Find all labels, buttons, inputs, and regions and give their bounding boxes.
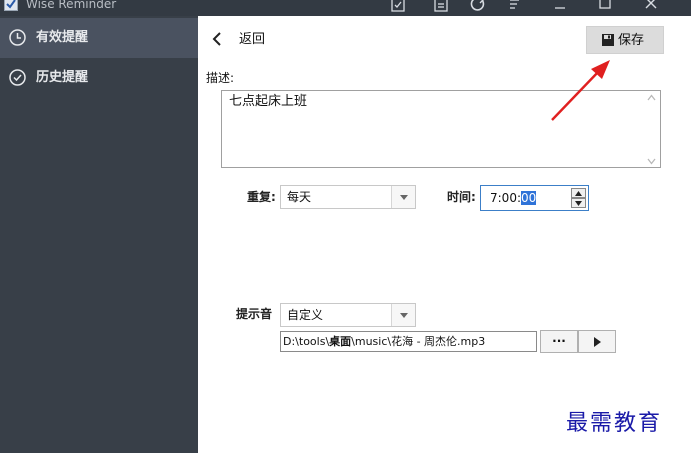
- sidebar: 有效提醒 历史提醒: [0, 16, 198, 453]
- sort-icon[interactable]: [507, 0, 523, 13]
- time-label: 时间:: [447, 190, 476, 204]
- sound-mode-value: 自定义: [287, 308, 324, 322]
- app-logo-icon: [4, 0, 18, 11]
- reminder-editor: 返回 保存 描述: 七点起床上班 重复: 每天 时间: 7:00:00 提示音: [198, 16, 691, 453]
- title-bar: Wise Reminder: [0, 0, 691, 16]
- refresh-icon[interactable]: [470, 0, 486, 13]
- time-stepper[interactable]: [571, 188, 586, 208]
- check-circle-icon: [8, 68, 27, 87]
- sidebar-item-history-reminders[interactable]: 历史提醒: [0, 58, 198, 98]
- time-value: 7:00:00: [490, 191, 537, 205]
- annotation-arrow: [551, 60, 610, 121]
- browse-label: ···: [552, 334, 566, 348]
- play-button[interactable]: [578, 330, 616, 353]
- close-icon[interactable]: [643, 0, 659, 13]
- floppy-disk-icon: [602, 34, 614, 46]
- chevron-down-icon[interactable]: [391, 186, 415, 208]
- sound-path-value: D:\tools\桌面\music\花海 - 周杰伦.mp3: [283, 335, 485, 348]
- clock-icon: [8, 28, 27, 47]
- save-label: 保存: [618, 33, 645, 48]
- repeat-select[interactable]: 每天: [280, 185, 416, 209]
- calendar-icon[interactable]: [433, 0, 449, 13]
- stepper-up-icon[interactable]: [571, 188, 586, 198]
- save-button[interactable]: 保存: [586, 26, 664, 54]
- scroll-down-icon[interactable]: [647, 158, 656, 165]
- time-input[interactable]: 7:00:00: [480, 185, 589, 211]
- sound-path-desktop: 桌面: [329, 335, 352, 348]
- sound-label: 提示音: [236, 307, 273, 321]
- minimize-icon[interactable]: [552, 0, 568, 13]
- watermark: 最需教育: [566, 411, 663, 436]
- sidebar-item-label: 有效提醒: [36, 30, 89, 45]
- window-title: Wise Reminder: [26, 0, 117, 11]
- chevron-left-icon: [212, 32, 221, 46]
- sound-path-suffix: \music\花海 - 周杰伦.mp3: [351, 335, 486, 348]
- repeat-value: 每天: [287, 190, 312, 204]
- maximize-icon[interactable]: [597, 0, 613, 13]
- chevron-down-icon[interactable]: [391, 304, 415, 326]
- time-value-selected: 00: [521, 191, 537, 205]
- sound-mode-select[interactable]: 自定义: [280, 303, 416, 327]
- browse-button[interactable]: ···: [540, 330, 578, 353]
- sidebar-item-active-reminders[interactable]: 有效提醒: [0, 18, 198, 58]
- scroll-up-icon[interactable]: [647, 94, 656, 101]
- back-button[interactable]: 返回: [212, 30, 282, 50]
- description-value: 七点起床上班: [229, 94, 308, 109]
- stepper-down-icon[interactable]: [571, 198, 586, 208]
- sidebar-item-label: 历史提醒: [36, 70, 89, 85]
- description-label: 描述:: [206, 71, 235, 85]
- back-label: 返回: [239, 32, 266, 47]
- play-icon: [594, 337, 601, 347]
- time-value-prefix: 7:00:: [490, 191, 521, 205]
- task-icon[interactable]: [390, 0, 406, 13]
- sound-path-prefix: D:\tools\: [283, 335, 330, 348]
- sound-path-input[interactable]: D:\tools\桌面\music\花海 - 周杰伦.mp3: [280, 331, 537, 352]
- repeat-label: 重复:: [247, 190, 276, 204]
